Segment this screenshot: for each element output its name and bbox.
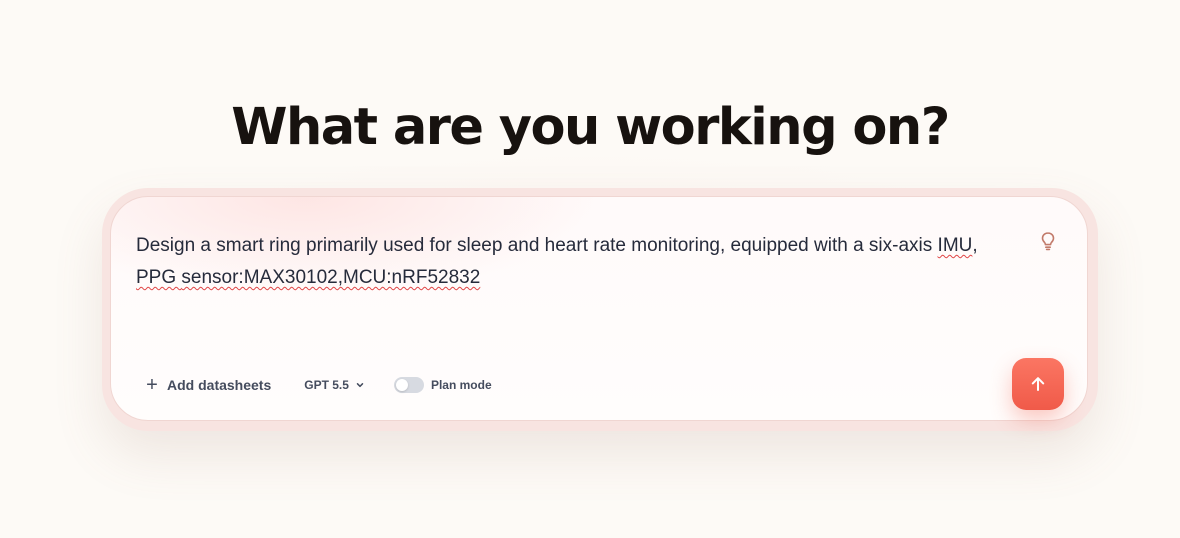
spellcheck-flagged-word: sensor:MAX30102,MCU:nRF52832 bbox=[181, 267, 481, 288]
prompt-composer[interactable]: Design a smart ring primarily used for s… bbox=[110, 196, 1088, 421]
page-background: What are you working on? Design a smart … bbox=[0, 0, 1180, 538]
arrow-up-icon bbox=[1031, 377, 1045, 391]
prompt-text-comma: , bbox=[972, 235, 978, 256]
spellcheck-flagged-word: PPG bbox=[136, 267, 182, 288]
add-datasheets-label: Add datasheets bbox=[167, 377, 272, 393]
spellcheck-flagged-word: IMU bbox=[937, 235, 973, 256]
plan-mode-label: Plan mode bbox=[430, 378, 492, 392]
page-title: What are you working on? bbox=[231, 98, 950, 157]
model-selector-label: GPT 5.5 bbox=[304, 378, 349, 392]
lightbulb-icon[interactable] bbox=[1038, 230, 1058, 252]
toggle-knob bbox=[395, 379, 408, 391]
composer-toolbar: + Add datasheets GPT 5.5 Plan mode bbox=[145, 373, 492, 397]
send-button[interactable] bbox=[1012, 358, 1064, 410]
plus-icon: + bbox=[146, 374, 158, 396]
plan-mode-toggle[interactable] bbox=[393, 377, 424, 393]
chevron-down-icon bbox=[356, 383, 364, 388]
model-selector[interactable]: GPT 5.5 bbox=[304, 378, 365, 392]
plan-mode-control: Plan mode bbox=[393, 377, 492, 393]
prompt-text-line1: Design a smart ring primarily used for s… bbox=[136, 235, 938, 256]
prompt-input[interactable]: Design a smart ring primarily used for s… bbox=[136, 230, 1006, 294]
add-datasheets-button[interactable]: + Add datasheets bbox=[145, 375, 271, 395]
